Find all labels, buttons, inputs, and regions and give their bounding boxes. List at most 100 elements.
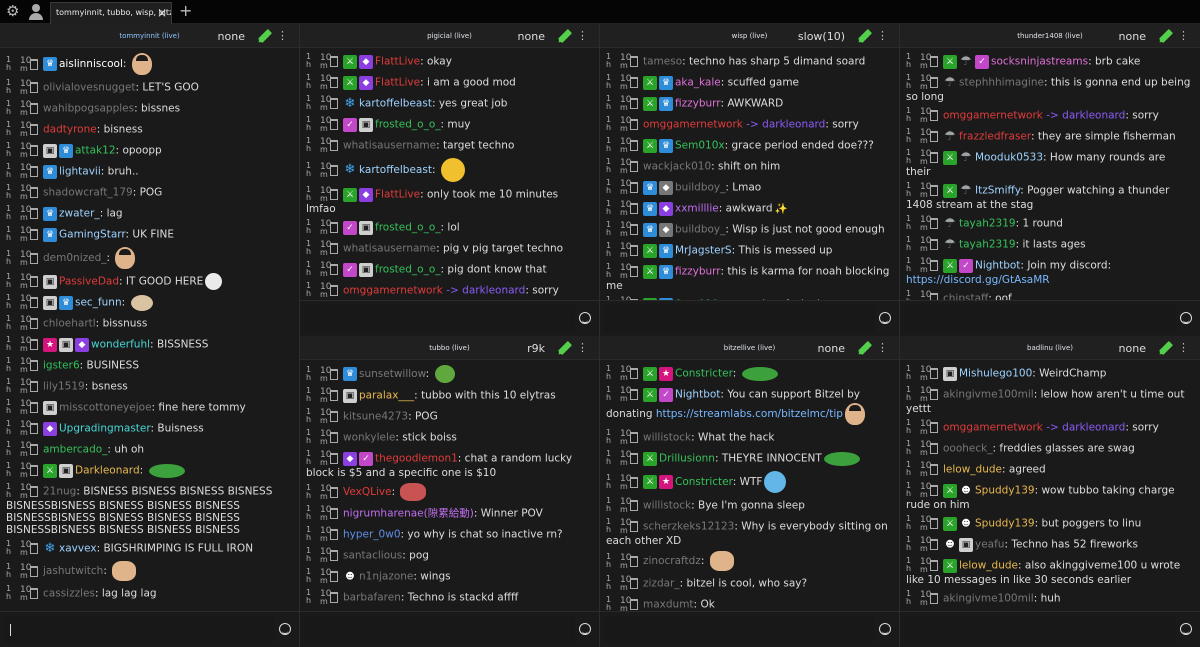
username[interactable]: yeafu — [975, 539, 1004, 551]
moderation-buttons[interactable]: 1h10m — [306, 161, 341, 179]
username[interactable]: socksninjastreams — [991, 56, 1088, 68]
chat-input[interactable] — [4, 616, 275, 643]
moderation-buttons[interactable]: 1h10m — [906, 53, 941, 70]
moderation-buttons[interactable]: 1h10m — [306, 219, 341, 236]
username[interactable]: kartoffelbeast — [359, 164, 432, 176]
chat-input[interactable] — [904, 305, 1176, 332]
username[interactable]: chipstaff — [943, 293, 988, 301]
username[interactable]: fizzyburr — [675, 266, 720, 278]
username[interactable]: xxmilllie — [675, 203, 719, 215]
username[interactable]: Mooduk0533 — [975, 152, 1043, 164]
username[interactable]: Nightbot — [675, 389, 720, 401]
moderation-buttons[interactable]: 1h10m — [606, 552, 641, 570]
moderation-buttons[interactable]: 1h10m — [906, 536, 941, 553]
username[interactable]: n1njazone — [359, 571, 413, 583]
username[interactable]: lelow_dude — [943, 464, 1002, 476]
username[interactable]: Mishulego100 — [959, 368, 1032, 380]
username[interactable]: thegoodlemon1 — [375, 453, 458, 465]
username[interactable]: lily1519 — [43, 381, 85, 393]
username[interactable]: misscottoneyejoe — [59, 402, 152, 414]
username[interactable]: tayah2319 — [959, 218, 1016, 230]
username[interactable]: ItzSmiffy — [975, 185, 1020, 197]
kebab-icon[interactable]: ⋮ — [877, 342, 888, 354]
moderation-buttons[interactable]: 1h10m — [306, 429, 341, 446]
username[interactable]: sunsetwillow — [359, 368, 426, 380]
moderation-buttons[interactable]: 1h10m — [906, 440, 941, 457]
moderation-buttons[interactable]: 1h10m — [906, 482, 941, 499]
username[interactable]: maxdumt — [643, 599, 694, 611]
username[interactable]: shadowcraft_179 — [43, 187, 133, 199]
split-header[interactable]: thunder1408 (live) none ⋮ — [900, 24, 1200, 48]
moderation-buttons[interactable]: 1h10m — [6, 142, 41, 159]
moderation-buttons[interactable]: 1h10m — [606, 116, 641, 133]
moderation-buttons[interactable]: 1h10m — [6, 420, 41, 437]
moderation-buttons[interactable]: 1h10m — [6, 79, 41, 96]
username[interactable]: omggamernetwork — [643, 119, 743, 131]
username[interactable]: nigrumharenae(隙累給動) — [343, 508, 474, 520]
username[interactable]: omggamernetwork — [343, 285, 443, 297]
moderation-buttons[interactable]: 1h10m — [6, 441, 41, 458]
moderation-buttons[interactable]: 1h10m — [306, 547, 341, 564]
moderation-buttons[interactable]: 1h10m — [6, 273, 41, 290]
split-header[interactable]: bitzellive (live) none ⋮ — [600, 336, 899, 360]
kebab-icon[interactable]: ⋮ — [1178, 30, 1189, 42]
username[interactable]: jashutwitch — [43, 565, 103, 577]
moderation-buttons[interactable]: 1h10m — [306, 505, 341, 522]
username[interactable]: frosted_o_o_ — [375, 222, 441, 234]
moderation-buttons[interactable]: 1h10m — [6, 462, 41, 479]
moderation-buttons[interactable]: 1h10m — [906, 386, 941, 403]
moderation-buttons[interactable]: 1h10m — [906, 590, 941, 607]
reply-target[interactable]: darkleonard — [1062, 110, 1125, 122]
moderation-buttons[interactable]: 1h10m — [606, 518, 641, 535]
moderation-buttons[interactable]: 1h10m — [306, 450, 341, 467]
moderation-buttons[interactable]: 1h10m — [906, 290, 941, 300]
gear-icon[interactable]: ⚙ — [6, 3, 22, 19]
username[interactable]: omggamernetwork — [943, 422, 1043, 434]
username[interactable]: frosted_o_o_ — [375, 264, 441, 276]
split-header[interactable]: wisp (live) slow(10) ⋮ — [600, 24, 899, 48]
user-icon[interactable] — [27, 3, 45, 21]
username[interactable]: zizdar_ — [643, 578, 680, 590]
username[interactable]: Sem010x — [675, 140, 725, 152]
moderation-buttons[interactable]: 1h10m — [606, 158, 641, 175]
moderation-buttons[interactable]: 1h10m — [306, 526, 341, 543]
moderation-buttons[interactable]: 1h10m — [606, 179, 641, 196]
moderation-buttons[interactable]: 1h10m — [906, 215, 941, 232]
username[interactable]: olivialovesnugget — [43, 82, 136, 94]
moderation-buttons[interactable]: 1h10m — [306, 589, 341, 606]
moderation-buttons[interactable]: 1h10m — [306, 408, 341, 425]
moderation-buttons[interactable]: 1h10m — [906, 257, 941, 274]
username[interactable]: GamingStarr — [59, 229, 126, 241]
moderation-buttons[interactable]: 1h10m — [6, 336, 41, 353]
username[interactable]: whatisausername — [343, 140, 436, 152]
username[interactable]: Constricter — [675, 368, 733, 380]
moderation-buttons[interactable]: 1h10m — [606, 137, 641, 154]
split-header[interactable]: badlinu (live) none ⋮ — [900, 336, 1200, 360]
moderation-buttons[interactable]: 1h10m — [306, 387, 341, 404]
moderation-buttons[interactable]: 1h10m — [6, 294, 41, 311]
moderation-buttons[interactable]: 1h10m — [606, 450, 641, 467]
username[interactable]: cassizzles — [43, 588, 95, 600]
username[interactable]: barbafaren — [343, 592, 401, 604]
username[interactable]: dadtyrone — [43, 124, 97, 136]
username[interactable]: tayah2319 — [959, 239, 1016, 251]
username[interactable]: 21nug — [43, 486, 76, 498]
moderation-buttons[interactable]: 1h10m — [306, 568, 341, 585]
username[interactable]: ambercado_ — [43, 444, 107, 456]
username[interactable]: PassiveDad — [59, 276, 119, 288]
plus-icon[interactable]: + — [179, 2, 192, 20]
emoji-icon[interactable] — [879, 312, 891, 324]
moderation-buttons[interactable]: 1h10m — [606, 386, 641, 403]
emoji-icon[interactable] — [1180, 312, 1192, 324]
username[interactable]: FlattLive — [375, 77, 420, 89]
split-header[interactable]: tubbo (live) r9k ⋮ — [300, 336, 599, 360]
username[interactable]: oooheck_ — [943, 443, 993, 455]
emoji-icon[interactable] — [1180, 623, 1192, 635]
username[interactable]: Spuddy139 — [975, 485, 1035, 497]
username[interactable]: fizzyburr — [675, 98, 720, 110]
username[interactable]: Darkleonard — [75, 465, 140, 477]
username[interactable]: tameso — [643, 56, 682, 68]
username[interactable]: omggamernetwork — [943, 110, 1043, 122]
moderation-buttons[interactable]: 1h10m — [906, 515, 941, 532]
username[interactable]: sec_funn — [75, 297, 122, 309]
